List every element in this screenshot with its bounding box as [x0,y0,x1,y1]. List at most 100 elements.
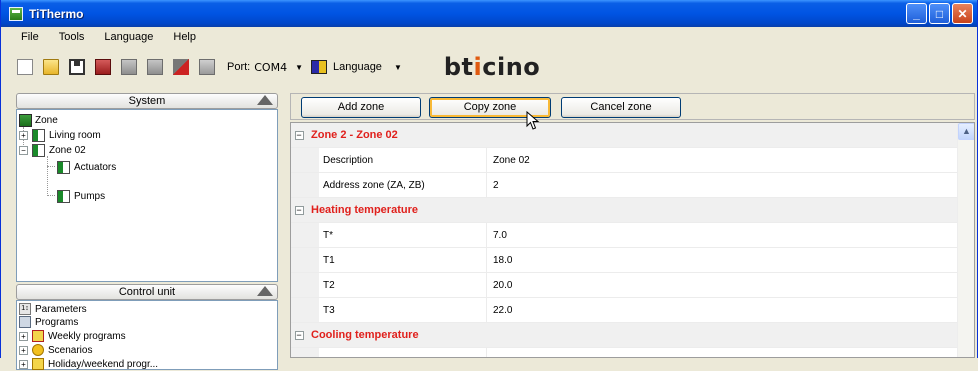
category-cooling-temperature[interactable]: − Cooling temperature [291,323,958,348]
holiday-programs-icon [32,358,44,370]
control-unit-header-label: Control unit [118,286,176,298]
collapse-category-icon[interactable]: − [294,130,304,140]
collapse-control-icon[interactable] [257,286,273,296]
window-title: TiThermo [29,6,84,21]
port-dropdown-arrow-icon[interactable]: ▼ [295,63,303,72]
expand-icon[interactable]: + [19,130,28,140]
left-panel: System Zone + Living room − Zone 02 Actu… [16,93,284,370]
control-unit-tree: 1↕ Parameters Programs + Weekly programs… [16,300,278,370]
property-row[interactable]: T* 7.0 [291,223,958,248]
expand-icon[interactable]: + [19,359,28,369]
menu-bar: File Tools Language Help [1,27,977,47]
tree-label: Zone [35,114,58,126]
delete-icon[interactable] [95,59,111,75]
tree-item-zone-02[interactable]: − Zone 02 [19,143,86,157]
property-value[interactable]: 20.0 [487,273,958,297]
language-dropdown-arrow-icon[interactable]: ▼ [394,63,402,72]
property-value[interactable]: 22.0 [487,298,958,322]
tree-label: Living room [49,129,101,141]
tree-item-scenarios[interactable]: + Scenarios [19,343,92,357]
mouse-cursor-icon [526,111,540,130]
property-name: T3 [319,298,487,322]
export-icon[interactable] [121,59,137,75]
send-icon[interactable] [173,59,189,75]
menu-tools[interactable]: Tools [49,31,95,43]
system-tree: Zone + Living room − Zone 02 Actuators P… [16,109,278,282]
tree-label: Programs [35,316,79,328]
pumps-icon [57,189,70,203]
collapse-category-icon[interactable]: − [294,205,304,215]
tree-label: Holiday/weekend progr... [48,358,159,370]
language-button[interactable]: Language [333,61,382,73]
tree-item-weekly-programs[interactable]: + Weekly programs [19,329,126,343]
port-label: Port: [227,61,251,73]
import-icon[interactable] [147,59,163,75]
vertical-scrollbar[interactable]: ▲ [957,123,974,357]
property-row[interactable]: T2 20.0 [291,273,958,298]
language-flag-icon[interactable] [310,60,327,74]
property-value[interactable]: 2 [487,173,958,197]
collapse-system-icon[interactable] [257,95,273,105]
property-name: Description [319,148,487,172]
property-name: Address zone (ZA, ZB) [319,173,487,197]
collapse-category-icon[interactable]: − [294,330,304,340]
maximize-button[interactable]: □ [929,3,950,24]
property-value[interactable]: Zone 02 [487,148,958,172]
open-folder-icon[interactable] [43,59,59,75]
property-row[interactable]: Description Zone 02 [291,148,958,173]
port-select[interactable]: COM4 [254,61,287,74]
save-icon[interactable] [69,59,85,75]
cancel-zone-button[interactable]: Cancel zone [561,97,681,118]
parameters-icon: 1↕ [19,303,31,315]
tree-label: Weekly programs [48,330,126,342]
app-window: TiThermo _ □ ✕ File Tools Language Help … [0,0,978,370]
system-header[interactable]: System [16,93,278,109]
zone-icon [32,143,45,157]
actuators-icon [57,160,70,174]
add-zone-button[interactable]: Add zone [301,97,421,118]
zone-button-bar: Add zone Copy zone Cancel zone [290,93,975,120]
expand-icon[interactable]: + [19,345,28,355]
tree-item-holiday-programs[interactable]: + Holiday/weekend progr... [19,357,158,371]
collapse-icon[interactable]: − [19,145,28,155]
zone-root-icon [19,113,32,127]
tree-label: Pumps [74,190,106,202]
property-row[interactable]: Address zone (ZA, ZB) 2 [291,173,958,198]
menu-file[interactable]: File [11,31,49,43]
expand-icon[interactable]: + [19,331,28,341]
property-value[interactable]: 18.0 [487,248,958,272]
property-grid: − Zone 2 - Zone 02 Description Zone 02 A… [290,122,975,358]
menu-language[interactable]: Language [94,31,163,43]
control-unit-header[interactable]: Control unit [16,284,278,300]
minimize-button[interactable]: _ [906,3,927,24]
tree-item-parameters[interactable]: 1↕ Parameters [19,302,87,316]
tree-item-living-room[interactable]: + Living room [19,128,101,142]
menu-help[interactable]: Help [163,31,206,43]
category-title: Heating temperature [311,204,418,216]
tree-label: Zone 02 [49,144,86,156]
tree-root-zone[interactable]: Zone [19,113,58,127]
tree-label: Actuators [74,161,117,173]
tree-label: Scenarios [48,344,93,356]
category-title: Cooling temperature [311,329,419,341]
tree-item-pumps[interactable]: Pumps [57,189,105,203]
tree-item-actuators[interactable]: Actuators [57,160,116,174]
app-icon [9,6,23,21]
category-title: Zone 2 - Zone 02 [311,129,398,141]
brand-logo: bticino [443,53,541,81]
scroll-up-icon[interactable]: ▲ [958,123,974,140]
property-row[interactable]: T1 18.0 [291,248,958,273]
property-row[interactable] [291,348,958,357]
category-zone[interactable]: − Zone 2 - Zone 02 [291,123,958,148]
tree-label: Parameters [35,303,87,315]
category-heating-temperature[interactable]: − Heating temperature [291,198,958,223]
title-bar[interactable]: TiThermo _ □ ✕ [1,0,977,27]
new-file-icon[interactable] [17,59,33,75]
programs-icon [19,316,31,328]
tree-item-programs[interactable]: Programs [19,315,78,329]
window-controls: _ □ ✕ [906,3,973,24]
close-button[interactable]: ✕ [952,3,973,24]
receive-icon[interactable] [199,59,215,75]
property-value[interactable]: 7.0 [487,223,958,247]
property-row[interactable]: T3 22.0 [291,298,958,323]
